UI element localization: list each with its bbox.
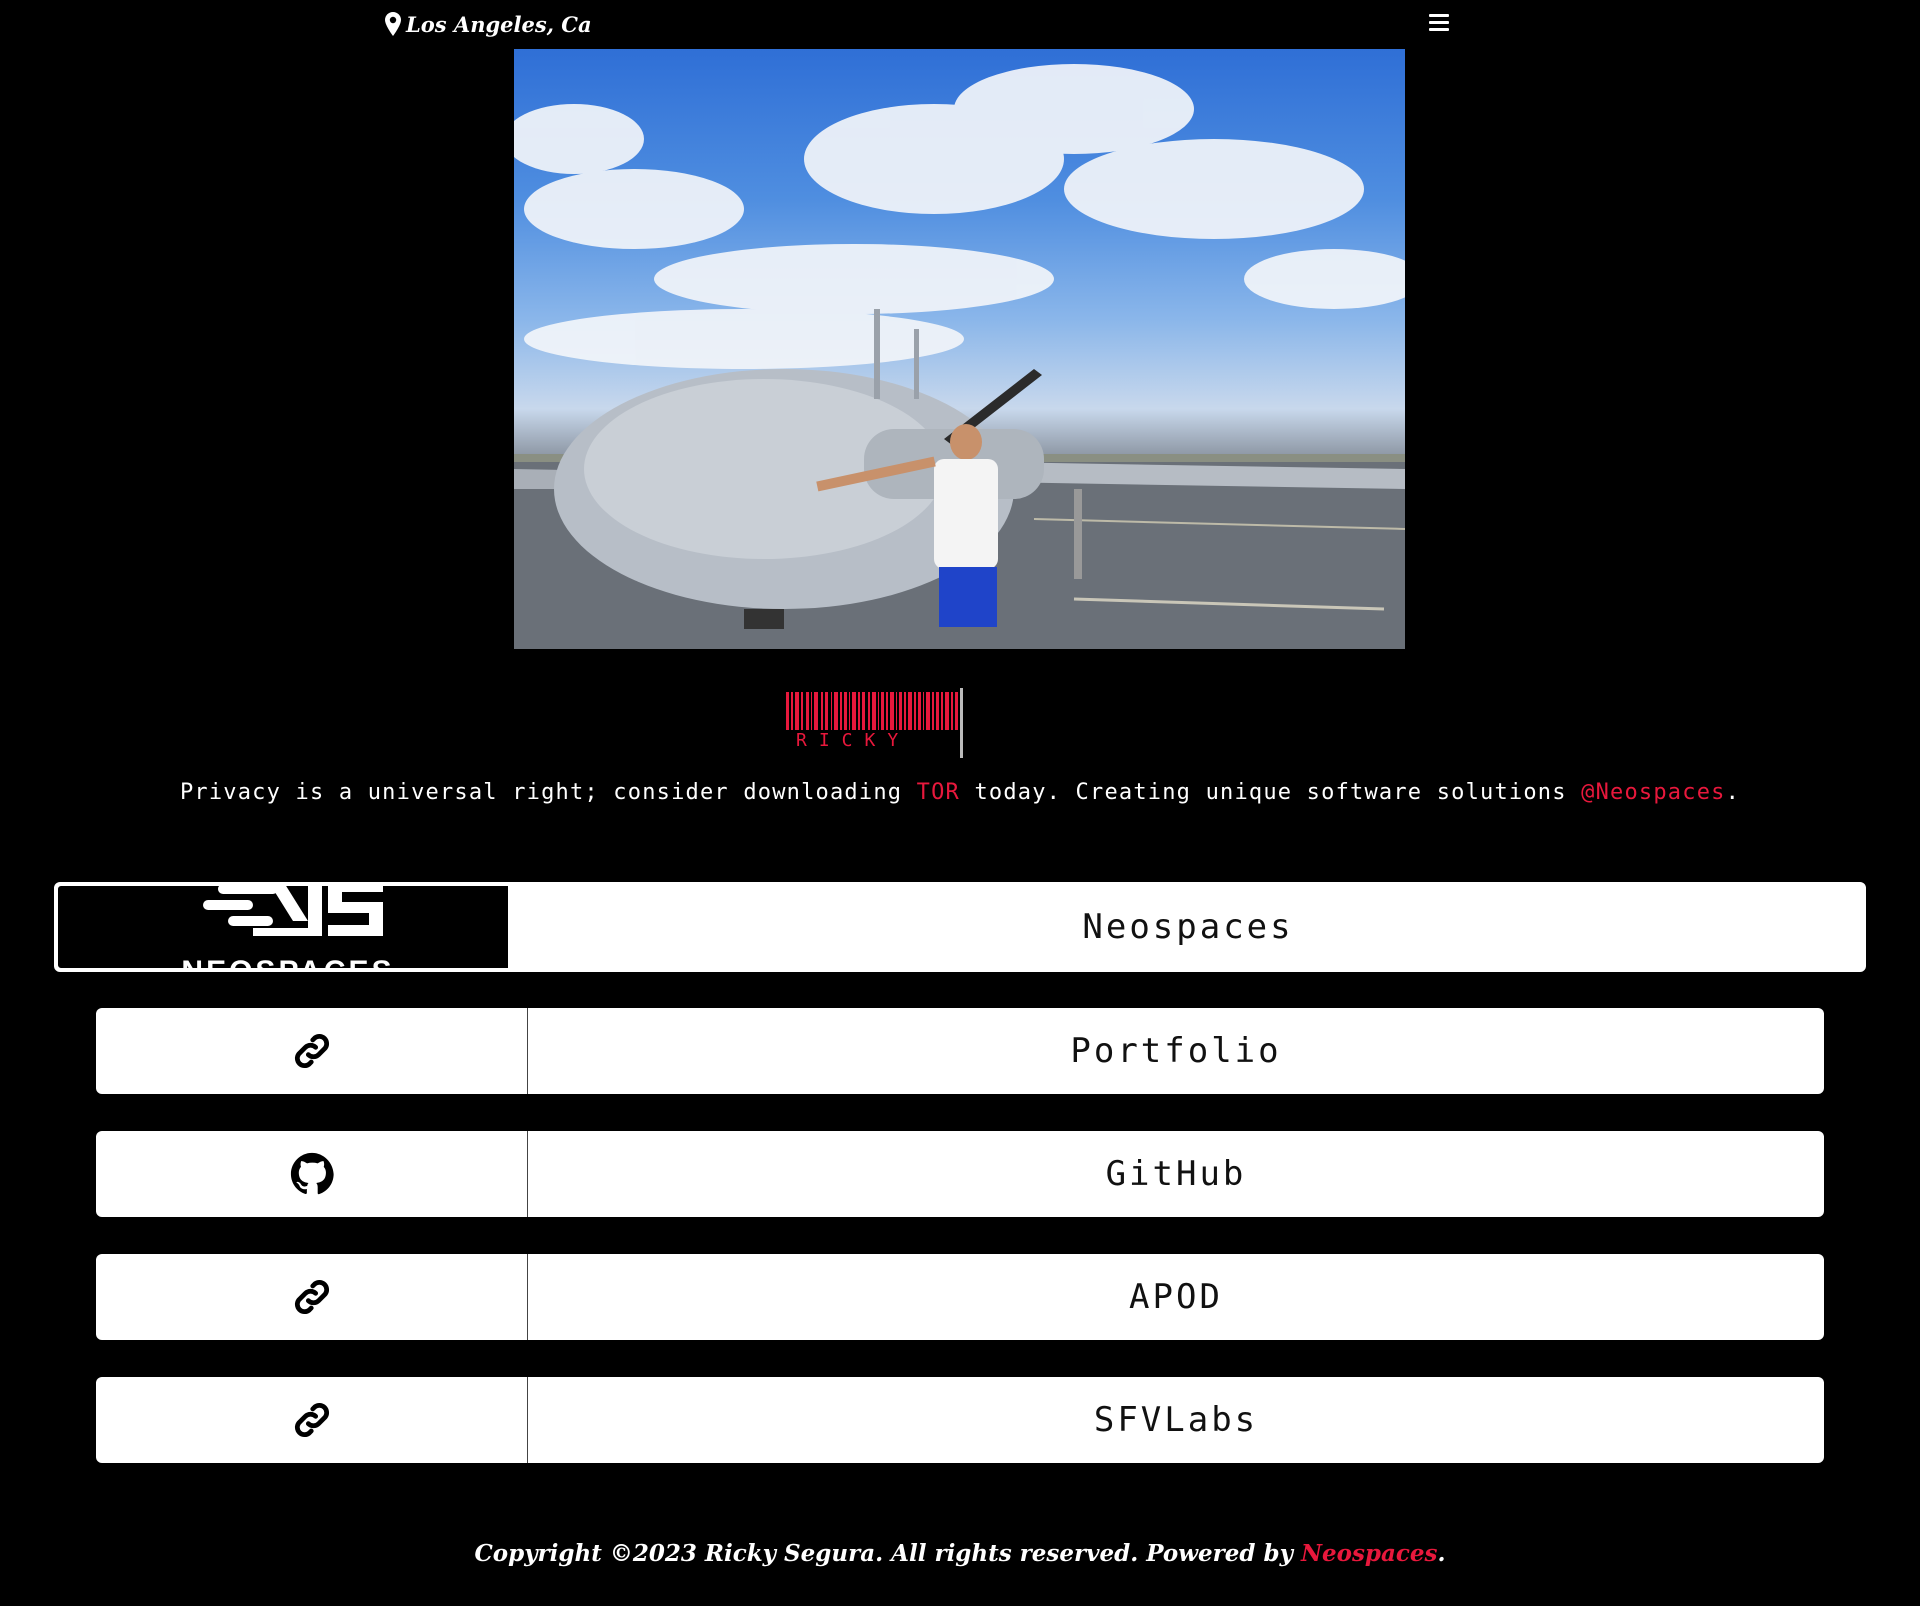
- footer: Copyright ©2023 Ricky Segura. All rights…: [0, 1540, 1920, 1567]
- link-icon-cell: [96, 1254, 528, 1340]
- link-card-sfvlabs[interactable]: SFVLabs: [96, 1377, 1824, 1463]
- link-icon: [294, 1033, 329, 1069]
- top-bar: Los Angeles, Ca: [0, 0, 1920, 49]
- footer-copyright: Copyright ©2023 Ricky Segura. All rights…: [474, 1540, 1301, 1567]
- footer-period: .: [1437, 1540, 1446, 1567]
- map-pin-icon: [385, 12, 401, 36]
- barcode-text: RICKY: [796, 730, 911, 751]
- link-card-neospaces[interactable]: NEOSPACES Neospaces: [54, 882, 1866, 972]
- link-card-portfolio[interactable]: Portfolio: [96, 1008, 1824, 1094]
- neospaces-logo: NEOSPACES: [181, 886, 394, 970]
- tagline-part-2: today. Creating unique software solution…: [960, 780, 1582, 805]
- link-icon-cell: [96, 1377, 528, 1463]
- barcode-logo: RICKY: [786, 688, 966, 760]
- barcode-icon: [786, 692, 958, 730]
- github-icon: [290, 1152, 334, 1195]
- link-icon: [294, 1279, 329, 1315]
- tagline: Privacy is a universal right; consider d…: [0, 780, 1920, 805]
- tagline-part-3: .: [1725, 780, 1741, 805]
- link-icon-cell: [96, 1131, 528, 1217]
- tagline-part-1: Privacy is a universal right; consider d…: [179, 780, 917, 805]
- link-icon-cell: [96, 1008, 528, 1094]
- tor-link[interactable]: TOR: [917, 780, 960, 805]
- link-label: APOD: [1129, 1277, 1223, 1317]
- hamburger-menu-icon[interactable]: [1429, 14, 1449, 34]
- neospaces-handle-link[interactable]: @Neospaces: [1581, 780, 1725, 805]
- neospaces-logo-text: NEOSPACES: [181, 955, 394, 970]
- text-cursor: [960, 688, 963, 758]
- link-label: GitHub: [1105, 1154, 1247, 1194]
- link-label: SFVLabs: [1093, 1400, 1259, 1440]
- link-card-github[interactable]: GitHub: [96, 1131, 1824, 1217]
- footer-neospaces-link[interactable]: Neospaces: [1301, 1540, 1438, 1567]
- location: Los Angeles, Ca: [384, 9, 592, 39]
- link-card-apod[interactable]: APOD: [96, 1254, 1824, 1340]
- link-label: Neospaces: [1082, 907, 1294, 947]
- link-label: Portfolio: [1070, 1031, 1282, 1071]
- profile-photo: [514, 49, 1405, 649]
- link-icon: [294, 1402, 329, 1438]
- link-thumbnail: NEOSPACES: [56, 884, 510, 970]
- location-text: Los Angeles, Ca: [406, 11, 592, 37]
